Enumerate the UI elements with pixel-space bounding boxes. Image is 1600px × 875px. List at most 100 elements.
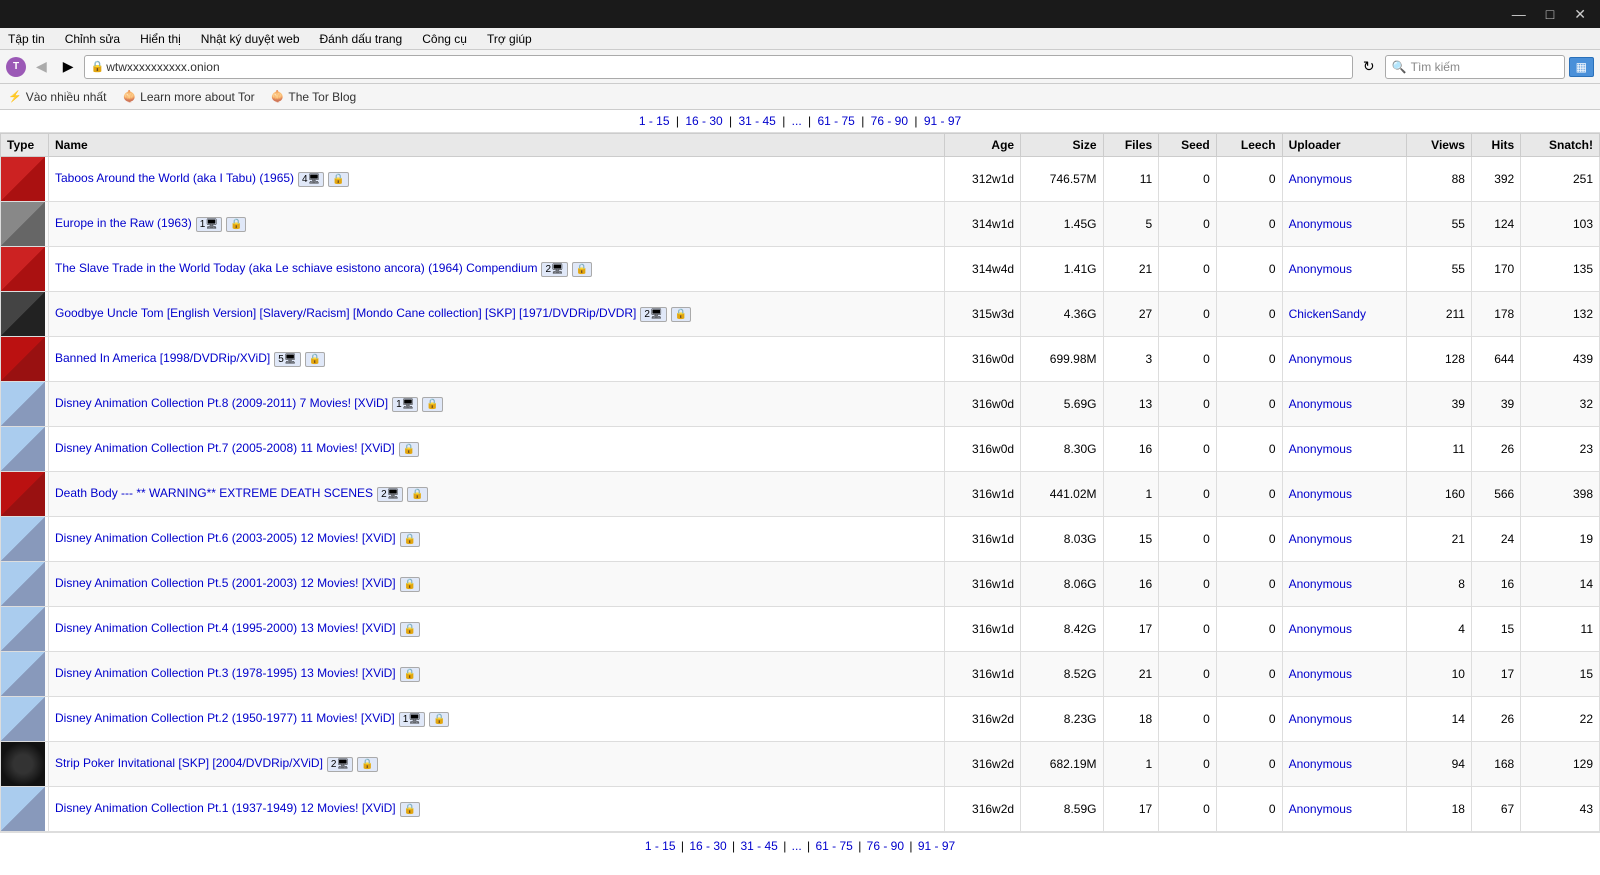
torrent-name-link[interactable]: Taboos Around the World (aka I Tabu) (19… [55, 171, 294, 185]
col-size[interactable]: Size [1021, 134, 1103, 157]
bookmark-learn-tor[interactable]: 🧅 Learn more about Tor [122, 90, 254, 104]
torrent-name-link[interactable]: Banned In America [1998/DVDRip/XViD] [55, 351, 270, 365]
page-bottom-link-31-45[interactable]: 31 - 45 [740, 839, 777, 853]
close-button[interactable]: ✕ [1568, 4, 1592, 25]
menu-help[interactable]: Trợ giúp [483, 30, 536, 48]
uploader-link[interactable]: ChickenSandy [1289, 307, 1366, 321]
torrent-name-link[interactable]: Disney Animation Collection Pt.3 (1978-1… [55, 666, 396, 680]
uploader-cell: Anonymous [1282, 382, 1407, 427]
pagination-bottom: 1 - 15 | 16 - 30 | 31 - 45 | ... | 61 - … [0, 832, 1600, 859]
uploader-link[interactable]: Anonymous [1289, 352, 1352, 366]
uploader-link[interactable]: Anonymous [1289, 217, 1352, 231]
page-bottom-link-76-90[interactable]: 76 - 90 [867, 839, 904, 853]
col-views[interactable]: Views [1407, 134, 1472, 157]
seed-cell: 0 [1159, 382, 1217, 427]
uploader-link[interactable]: Anonymous [1289, 712, 1352, 726]
blue-button-1[interactable]: ▦ [1569, 57, 1594, 77]
files-cell: 17 [1103, 787, 1159, 832]
page-link-91-97[interactable]: 91 - 97 [924, 114, 961, 128]
uploader-link[interactable]: Anonymous [1289, 757, 1352, 771]
forward-button[interactable]: ▶ [57, 55, 80, 78]
bookmark-icon-2: 🧅 [122, 90, 136, 103]
page-bottom-link-16-30[interactable]: 16 - 30 [689, 839, 726, 853]
torrent-name-link[interactable]: Disney Animation Collection Pt.5 (2001-2… [55, 576, 396, 590]
menu-view[interactable]: Hiển thị [136, 30, 185, 48]
bookmark-tor-blog[interactable]: 🧅 The Tor Blog [271, 90, 357, 104]
menu-file[interactable]: Tập tin [4, 30, 49, 48]
torrent-name-link[interactable]: Death Body --- ** WARNING** EXTREME DEAT… [55, 486, 373, 500]
col-leech[interactable]: Leech [1216, 134, 1282, 157]
uploader-cell: Anonymous [1282, 337, 1407, 382]
col-uploader[interactable]: Uploader [1282, 134, 1407, 157]
torrent-name-link[interactable]: Disney Animation Collection Pt.8 (2009-2… [55, 396, 388, 410]
col-age[interactable]: Age [945, 134, 1021, 157]
torrent-name-link[interactable]: Disney Animation Collection Pt.1 (1937-1… [55, 801, 396, 815]
seed-cell: 0 [1159, 472, 1217, 517]
torrent-name-link[interactable]: Strip Poker Invitational [SKP] [2004/DVD… [55, 756, 323, 770]
size-cell: 441.02M [1021, 472, 1103, 517]
snatch-cell: 398 [1521, 472, 1600, 517]
uploader-link[interactable]: Anonymous [1289, 172, 1352, 186]
views-cell: 10 [1407, 652, 1472, 697]
page-bottom-link-91-97[interactable]: 91 - 97 [918, 839, 955, 853]
age-cell: 315w3d [945, 292, 1021, 337]
uploader-link[interactable]: Anonymous [1289, 622, 1352, 636]
hits-cell: 170 [1471, 247, 1520, 292]
page-link-31-45[interactable]: 31 - 45 [738, 114, 775, 128]
menu-bookmarks[interactable]: Đánh dấu trang [316, 30, 407, 48]
page-bottom-link-1-15[interactable]: 1 - 15 [645, 839, 676, 853]
page-link-16-30[interactable]: 16 - 30 [685, 114, 722, 128]
page-link-61-75[interactable]: 61 - 75 [817, 114, 854, 128]
torrent-name-link[interactable]: Disney Animation Collection Pt.2 (1950-1… [55, 711, 395, 725]
col-snatch[interactable]: Snatch! [1521, 134, 1600, 157]
torrent-name-link[interactable]: Disney Animation Collection Pt.6 (2003-2… [55, 531, 396, 545]
torrent-name-link[interactable]: Disney Animation Collection Pt.4 (1995-2… [55, 621, 396, 635]
page-bottom-link-61-75[interactable]: 61 - 75 [815, 839, 852, 853]
col-hits[interactable]: Hits [1471, 134, 1520, 157]
refresh-button[interactable]: ↻ [1357, 55, 1381, 78]
uploader-link[interactable]: Anonymous [1289, 397, 1352, 411]
back-button[interactable]: ◀ [30, 55, 53, 78]
bookmark-most-visited[interactable]: ⚡ Vào nhiều nhất [8, 90, 106, 104]
page-link-1-15[interactable]: 1 - 15 [639, 114, 670, 128]
torrent-name-link[interactable]: Disney Animation Collection Pt.7 (2005-2… [55, 441, 395, 455]
leech-cell: 0 [1216, 742, 1282, 787]
uploader-link[interactable]: Anonymous [1289, 262, 1352, 276]
hits-cell: 15 [1471, 607, 1520, 652]
uploader-link[interactable]: Anonymous [1289, 577, 1352, 591]
menu-edit[interactable]: Chỉnh sửa [61, 30, 124, 48]
maximize-button[interactable]: □ [1540, 4, 1560, 24]
page-bottom-link-dots[interactable]: ... [792, 839, 802, 853]
uploader-link[interactable]: Anonymous [1289, 667, 1352, 681]
torrent-name-link[interactable]: The Slave Trade in the World Today (aka … [55, 261, 537, 275]
seed-cell: 0 [1159, 607, 1217, 652]
name-cell: Disney Animation Collection Pt.6 (2003-2… [49, 517, 945, 562]
uploader-link[interactable]: Anonymous [1289, 442, 1352, 456]
uploader-link[interactable]: Anonymous [1289, 532, 1352, 546]
browser-toolbar: T ◀ ▶ 🔒 wtwxxxxxxxxxx.onion ↻ 🔍 Tìm kiếm… [0, 50, 1600, 84]
page-link-dots[interactable]: ... [792, 114, 802, 128]
snatch-cell: 251 [1521, 157, 1600, 202]
uploader-link[interactable]: Anonymous [1289, 802, 1352, 816]
torrent-name-link[interactable]: Europe in the Raw (1963) [55, 216, 192, 230]
torrent-name-link[interactable]: Goodbye Uncle Tom [English Version] [Sla… [55, 306, 636, 320]
col-files[interactable]: Files [1103, 134, 1159, 157]
leech-cell: 0 [1216, 517, 1282, 562]
files-cell: 21 [1103, 652, 1159, 697]
search-bar[interactable]: 🔍 Tìm kiếm [1385, 55, 1565, 79]
col-name[interactable]: Name [49, 134, 945, 157]
page-link-76-90[interactable]: 76 - 90 [871, 114, 908, 128]
minimize-button[interactable]: — [1506, 4, 1532, 24]
seed-cell: 0 [1159, 157, 1217, 202]
menu-tools[interactable]: Công cụ [418, 30, 471, 48]
col-seed[interactable]: Seed [1159, 134, 1217, 157]
hits-cell: 566 [1471, 472, 1520, 517]
uploader-link[interactable]: Anonymous [1289, 487, 1352, 501]
col-type[interactable]: Type [1, 134, 49, 157]
files-cell: 11 [1103, 157, 1159, 202]
files-cell: 1 [1103, 472, 1159, 517]
table-row: Goodbye Uncle Tom [English Version] [Sla… [1, 292, 1600, 337]
address-bar-wrap[interactable]: 🔒 wtwxxxxxxxxxx.onion [84, 55, 1353, 79]
uploader-cell: Anonymous [1282, 607, 1407, 652]
menu-history[interactable]: Nhật ký duyệt web [197, 30, 304, 48]
